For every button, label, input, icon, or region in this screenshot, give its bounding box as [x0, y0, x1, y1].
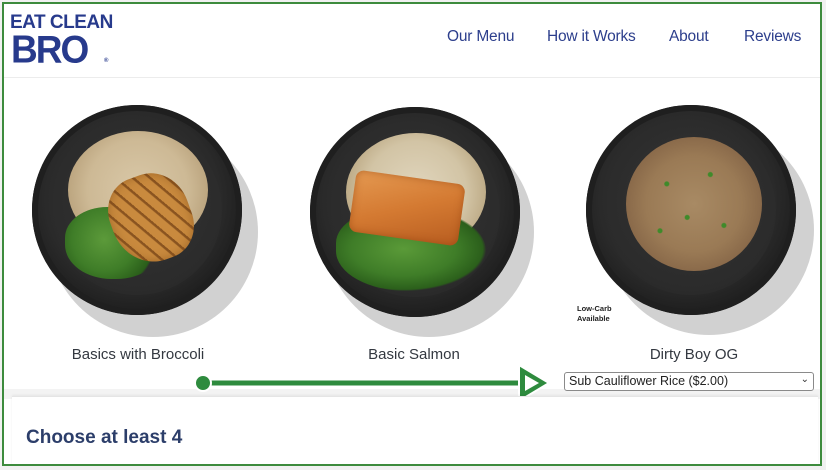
logo-text-bottom: BRO	[11, 27, 89, 71]
nav-reviews[interactable]: Reviews	[744, 28, 801, 46]
product-card-dirty-boy-og[interactable]: Low-Carb Available Dirty Boy OG	[564, 99, 820, 369]
chevron-down-icon: ⌄	[800, 374, 809, 385]
nav-how-it-works[interactable]: How it Works	[547, 28, 636, 46]
section-title: Choose at least 4	[26, 427, 183, 448]
product-card-basics-with-broccoli[interactable]: Basics with Broccoli	[8, 99, 268, 369]
registered-mark: ®	[104, 58, 109, 64]
product-name[interactable]: Dirty Boy OG	[564, 346, 820, 363]
page-frame: EAT CLEAN BRO ® Our Menu How it Works Ab…	[2, 2, 822, 466]
product-name[interactable]: Basic Salmon	[284, 346, 544, 363]
side-option-select[interactable]: Sub Cauliflower Rice ($2.00) ⌄	[564, 372, 814, 391]
site-header: EAT CLEAN BRO ® Our Menu How it Works Ab…	[4, 4, 820, 78]
nav-about[interactable]: About	[669, 28, 709, 46]
site-logo[interactable]: EAT CLEAN BRO ®	[10, 13, 114, 69]
meal-image[interactable]	[8, 99, 268, 337]
low-carb-badge-line2: Available	[577, 314, 610, 323]
meal-image[interactable]	[284, 99, 544, 337]
select-value: Sub Cauliflower Rice ($2.00)	[569, 374, 729, 388]
low-carb-badge: Low-Carb Available	[577, 304, 612, 324]
meal-image[interactable]	[564, 99, 820, 335]
choose-panel: Choose at least 4	[12, 396, 818, 464]
product-card-basic-salmon[interactable]: Basic Salmon	[284, 99, 544, 369]
nav-our-menu[interactable]: Our Menu	[447, 28, 515, 46]
product-name[interactable]: Basics with Broccoli	[8, 346, 268, 363]
low-carb-badge-line1: Low-Carb	[577, 304, 612, 313]
